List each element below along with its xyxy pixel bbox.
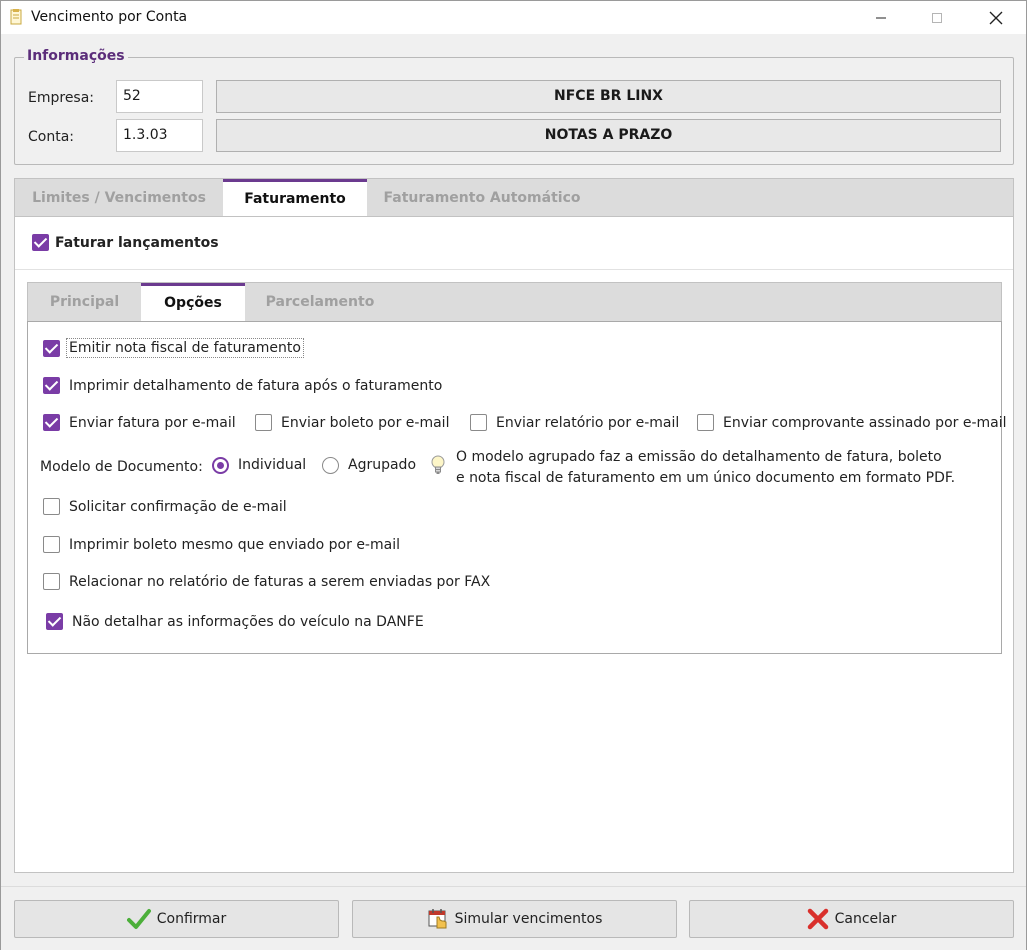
emitir-nf-checkbox[interactable] — [43, 340, 60, 357]
imprimir-detalhamento-label[interactable]: Imprimir detalhamento de fatura após o f… — [69, 378, 442, 394]
nao-detalhar-veiculo-label[interactable]: Não detalhar as informações do veículo n… — [72, 614, 424, 630]
enviar-fatura-checkbox[interactable] — [43, 414, 60, 431]
modelo-individual-radio[interactable] — [212, 457, 229, 474]
enviar-relatorio-label[interactable]: Enviar relatório por e-mail — [496, 415, 679, 431]
close-button[interactable] — [973, 1, 1019, 34]
faturar-lancamentos-label[interactable]: Faturar lançamentos — [55, 235, 219, 251]
imprimir-boleto-checkbox[interactable] — [43, 536, 60, 553]
sub-tab-bar: Principal Opções Parcelamento — [27, 282, 1002, 322]
simular-label: Simular vencimentos — [454, 911, 603, 927]
conta-code-input[interactable]: 1.3.03 — [116, 119, 203, 152]
cancelar-button[interactable]: Cancelar — [689, 900, 1014, 938]
modelo-documento-label: Modelo de Documento: — [40, 459, 203, 475]
info-group-legend: Informações — [24, 48, 128, 64]
relacionar-fax-checkbox[interactable] — [43, 573, 60, 590]
enviar-comprovante-checkbox[interactable] — [697, 414, 714, 431]
tab-principal[interactable]: Principal — [28, 283, 141, 322]
window-title: Vencimento por Conta — [31, 9, 188, 25]
conta-name-field: NOTAS A PRAZO — [216, 119, 1001, 152]
faturar-lancamentos-checkbox[interactable] — [32, 234, 49, 251]
modelo-hint-line1: O modelo agrupado faz a emissão do detal… — [456, 449, 942, 465]
tab-limites-vencimentos[interactable]: Limites / Vencimentos — [15, 179, 223, 217]
imprimir-detalhamento-checkbox[interactable] — [43, 377, 60, 394]
modelo-individual-label[interactable]: Individual — [238, 457, 306, 473]
cancel-x-icon — [807, 908, 828, 930]
title-bar[interactable]: Vencimento por Conta — [1, 1, 1026, 34]
divider — [15, 269, 1013, 270]
maximize-icon — [932, 12, 942, 23]
relacionar-fax-label[interactable]: Relacionar no relatório de faturas a ser… — [69, 574, 490, 590]
tab-opcoes[interactable]: Opções — [141, 283, 245, 322]
enviar-relatorio-checkbox[interactable] — [470, 414, 487, 431]
close-icon — [989, 11, 1003, 24]
tab-faturamento-automatico[interactable]: Faturamento Automático — [367, 179, 597, 217]
empresa-name-field: NFCE BR LINX — [216, 80, 1001, 113]
minimize-button[interactable] — [858, 1, 904, 34]
confirmar-button[interactable]: Confirmar — [14, 900, 339, 938]
enviar-comprovante-label[interactable]: Enviar comprovante assinado por e-mail — [723, 415, 1007, 431]
minimize-icon — [876, 17, 886, 18]
app-icon — [10, 9, 22, 25]
calendar-hand-icon — [428, 909, 447, 929]
nao-detalhar-veiculo-checkbox[interactable] — [46, 613, 63, 630]
enviar-boleto-checkbox[interactable] — [255, 414, 272, 431]
modelo-agrupado-label[interactable]: Agrupado — [348, 457, 416, 473]
emitir-nf-label[interactable]: Emitir nota fiscal de faturamento — [66, 338, 304, 358]
empresa-label: Empresa: — [28, 90, 95, 106]
modelo-agrupado-radio[interactable] — [322, 457, 339, 474]
lightbulb-icon — [431, 455, 445, 474]
confirmar-label: Confirmar — [156, 911, 227, 927]
maximize-button[interactable] — [914, 1, 960, 34]
window: Vencimento por Conta Informações Empresa… — [0, 0, 1027, 950]
main-tab-bar: Limites / Vencimentos Faturamento Fatura… — [14, 178, 1014, 217]
tab-faturamento[interactable]: Faturamento — [223, 179, 367, 217]
modelo-hint: O modelo agrupado faz a emissão do detal… — [456, 447, 955, 489]
enviar-fatura-label[interactable]: Enviar fatura por e-mail — [69, 415, 236, 431]
modelo-hint-line2: e nota fiscal de faturamento em um único… — [456, 470, 956, 486]
imprimir-boleto-label[interactable]: Imprimir boleto mesmo que enviado por e-… — [69, 537, 400, 553]
enviar-boleto-label[interactable]: Enviar boleto por e-mail — [281, 415, 449, 431]
solicitar-confirmacao-checkbox[interactable] — [43, 498, 60, 515]
cancelar-label: Cancelar — [834, 911, 897, 927]
tab-parcelamento[interactable]: Parcelamento — [245, 283, 395, 322]
empresa-code-input[interactable]: 52 — [116, 80, 203, 113]
simular-vencimentos-button[interactable]: Simular vencimentos — [352, 900, 677, 938]
conta-label: Conta: — [28, 129, 74, 145]
checkmark-icon — [126, 909, 151, 929]
solicitar-confirmacao-label[interactable]: Solicitar confirmação de e-mail — [69, 499, 287, 515]
